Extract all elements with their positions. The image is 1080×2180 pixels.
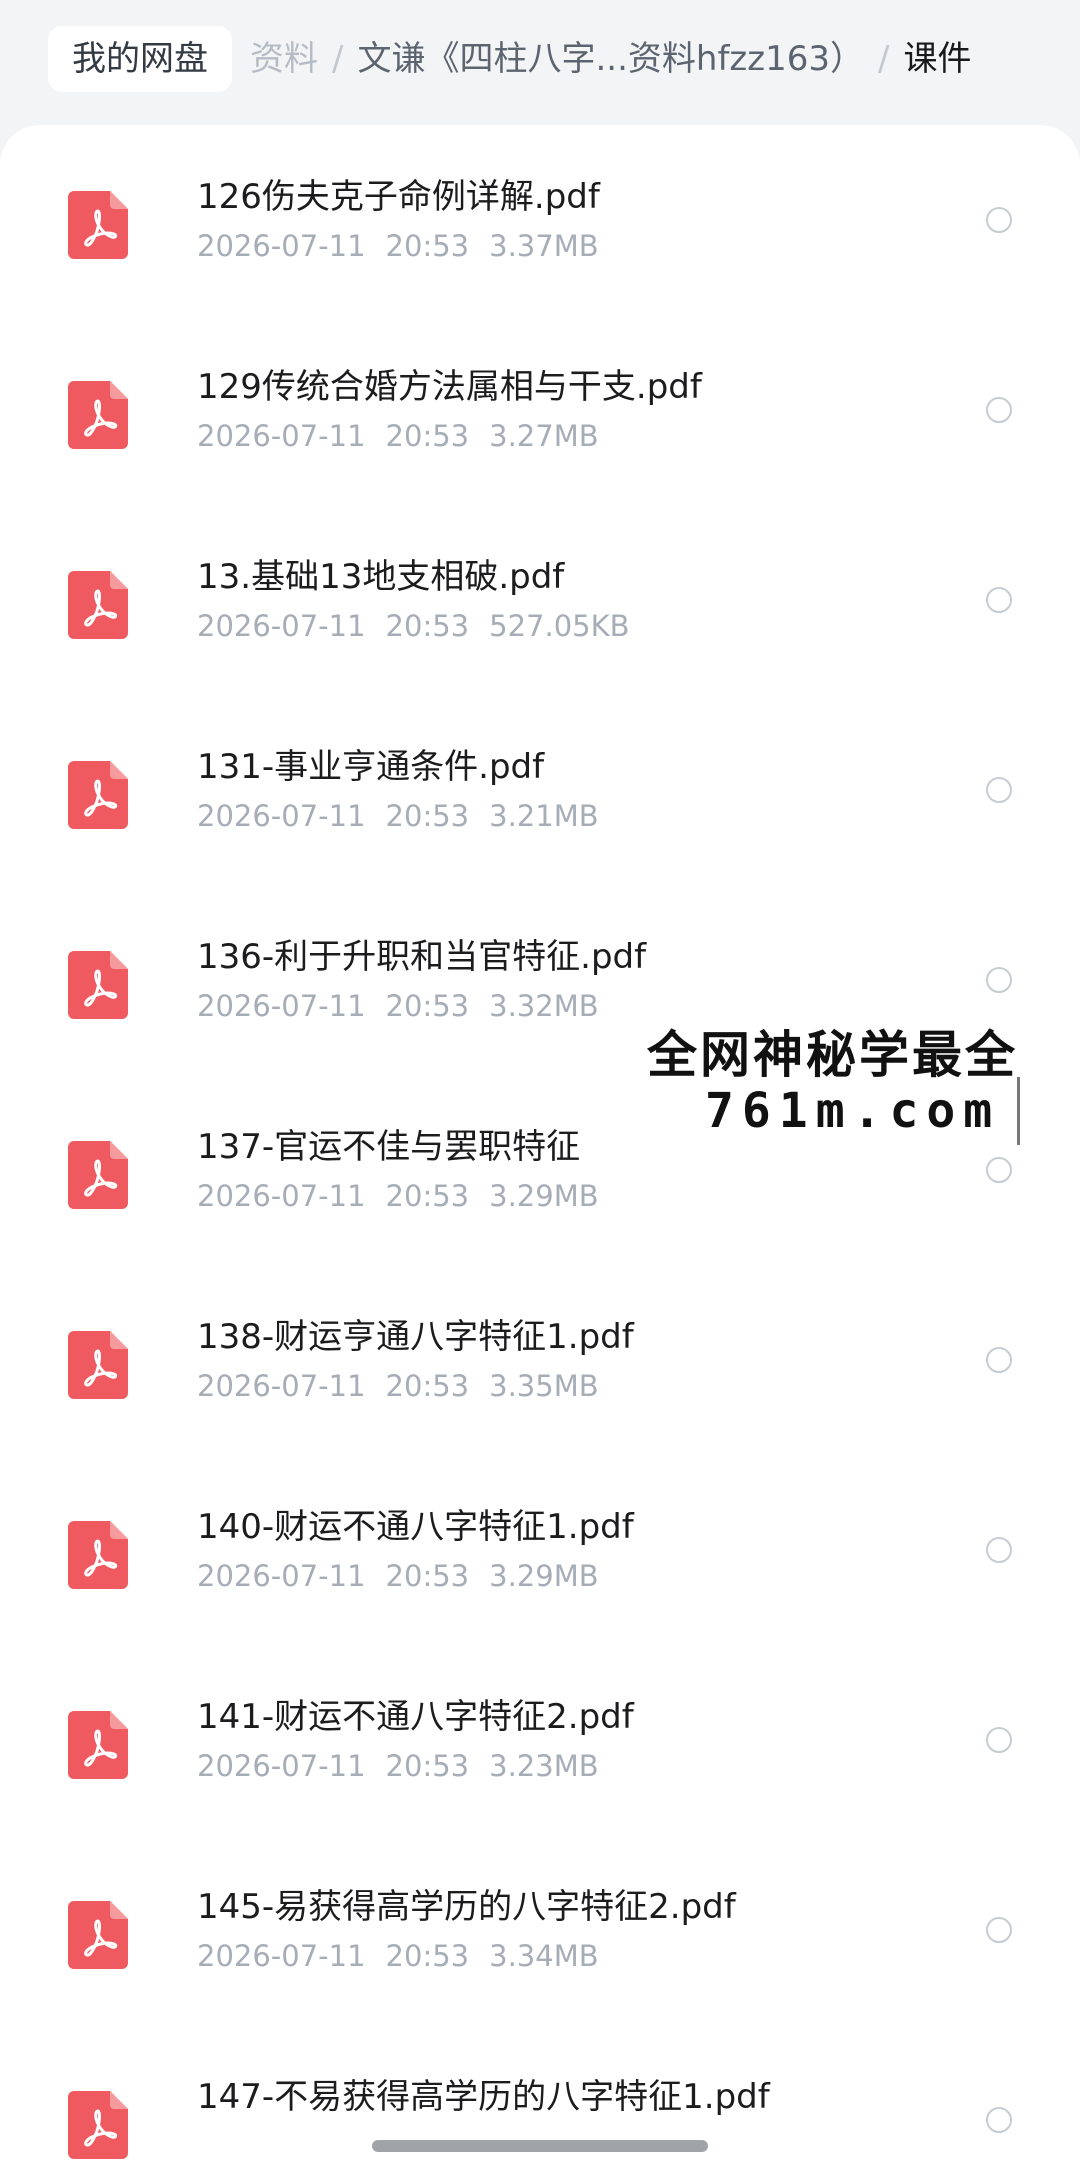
file-date: 2026-07-11 bbox=[197, 989, 366, 1023]
file-meta: 2026-07-11 20:53 3.29MB bbox=[197, 1179, 619, 1213]
file-meta: 2026-07-11 20:53 3.21MB bbox=[197, 799, 619, 833]
pdf-icon bbox=[68, 1711, 128, 1779]
file-row[interactable]: 141-财运不通八字特征2.pdf 2026-07-11 20:53 3.23MB bbox=[0, 1645, 1080, 1835]
file-name: 140-财运不通八字特征1.pdf bbox=[197, 1507, 634, 1547]
pdf-icon bbox=[68, 191, 128, 259]
file-time: 20:53 bbox=[385, 1179, 470, 1213]
watermark-url: 761m.com bbox=[705, 1083, 1001, 1139]
file-meta: 2026-07-11 20:53 527.05KB bbox=[197, 609, 650, 643]
file-row[interactable]: 138-财运亨通八字特征1.pdf 2026-07-11 20:53 3.35MB bbox=[0, 1265, 1080, 1455]
file-meta: 2026-07-11 20:53 3.37MB bbox=[197, 229, 619, 263]
file-date: 2026-07-11 bbox=[197, 1559, 366, 1593]
radio-unchecked-icon[interactable] bbox=[986, 1727, 1012, 1753]
file-meta: 2026-07-11 20:53 3.35MB bbox=[197, 1369, 619, 1403]
file-name: 136-利于升职和当官特征.pdf bbox=[197, 937, 647, 977]
file-meta: 2026-07-11 20:53 3.32MB bbox=[197, 989, 619, 1023]
file-row[interactable]: 131-事业亨通条件.pdf 2026-07-11 20:53 3.21MB bbox=[0, 695, 1080, 885]
file-name: 129传统合婚方法属相与干支.pdf bbox=[197, 367, 702, 407]
pdf-icon bbox=[68, 761, 128, 829]
file-date: 2026-07-11 bbox=[197, 1939, 366, 1973]
file-name: 138-财运亨通八字特征1.pdf bbox=[197, 1317, 634, 1357]
home-indicator[interactable] bbox=[372, 2140, 708, 2152]
file-row[interactable]: 147-不易获得高学历的八字特征1.pdf bbox=[0, 2025, 1080, 2180]
watermark: 全网神秘学最全 761m.com bbox=[645, 1015, 1080, 1150]
breadcrumb-separator: / bbox=[332, 39, 344, 79]
file-time: 20:53 bbox=[385, 229, 470, 263]
radio-unchecked-icon[interactable] bbox=[986, 2107, 1012, 2133]
file-size: 3.23MB bbox=[489, 1749, 599, 1783]
radio-unchecked-icon[interactable] bbox=[986, 967, 1012, 993]
file-date: 2026-07-11 bbox=[197, 229, 366, 263]
breadcrumb-item-parent[interactable]: 资料 bbox=[250, 39, 318, 79]
file-time: 20:53 bbox=[385, 1369, 470, 1403]
file-size: 3.34MB bbox=[489, 1939, 599, 1973]
file-time: 20:53 bbox=[385, 609, 470, 643]
pdf-icon bbox=[68, 951, 128, 1019]
file-time: 20:53 bbox=[385, 799, 470, 833]
file-row[interactable]: 140-财运不通八字特征1.pdf 2026-07-11 20:53 3.29MB bbox=[0, 1455, 1080, 1645]
radio-unchecked-icon[interactable] bbox=[986, 1157, 1012, 1183]
file-name: 137-官运不佳与罢职特征 bbox=[197, 1127, 581, 1167]
file-size: 3.27MB bbox=[489, 419, 599, 453]
file-name: 141-财运不通八字特征2.pdf bbox=[197, 1697, 634, 1737]
file-size: 3.37MB bbox=[489, 229, 599, 263]
pdf-icon bbox=[68, 2091, 128, 2159]
breadcrumb-root-my-drive[interactable]: 我的网盘 bbox=[48, 26, 232, 92]
file-name: 126伤夫克子命例详解.pdf bbox=[197, 177, 600, 217]
text-cursor bbox=[1017, 1077, 1020, 1145]
file-name: 145-易获得高学历的八字特征2.pdf bbox=[197, 1887, 736, 1927]
breadcrumb-item-current: 课件 bbox=[903, 39, 972, 79]
radio-unchecked-icon[interactable] bbox=[986, 207, 1012, 233]
file-time: 20:53 bbox=[385, 1559, 470, 1593]
radio-unchecked-icon[interactable] bbox=[986, 1917, 1012, 1943]
file-size: 3.35MB bbox=[489, 1369, 599, 1403]
file-list: 126伤夫克子命例详解.pdf 2026-07-11 20:53 3.37MB 12… bbox=[0, 125, 1080, 2180]
radio-unchecked-icon[interactable] bbox=[986, 1347, 1012, 1373]
file-list-panel: 126伤夫克子命例详解.pdf 2026-07-11 20:53 3.37MB 12… bbox=[0, 125, 1080, 2180]
file-size: 527.05KB bbox=[489, 609, 630, 643]
file-time: 20:53 bbox=[385, 419, 470, 453]
file-size: 3.32MB bbox=[489, 989, 599, 1023]
file-date: 2026-07-11 bbox=[197, 1179, 366, 1213]
file-row[interactable]: 126伤夫克子命例详解.pdf 2026-07-11 20:53 3.37MB bbox=[0, 125, 1080, 315]
file-meta bbox=[197, 2129, 257, 2163]
radio-unchecked-icon[interactable] bbox=[986, 777, 1012, 803]
breadcrumb-item-folder[interactable]: 文谦《四柱八字...资料hfzz163） bbox=[357, 39, 864, 79]
pdf-icon bbox=[68, 1521, 128, 1589]
radio-unchecked-icon[interactable] bbox=[986, 397, 1012, 423]
file-meta: 2026-07-11 20:53 3.23MB bbox=[197, 1749, 619, 1783]
file-size: 3.21MB bbox=[489, 799, 599, 833]
file-row[interactable]: 145-易获得高学历的八字特征2.pdf 2026-07-11 20:53 3.34… bbox=[0, 1835, 1080, 2025]
breadcrumb-trail: 资料 / 文谦《四柱八字...资料hfzz163） / 课件 bbox=[250, 26, 971, 92]
pdf-icon bbox=[68, 1141, 128, 1209]
file-meta: 2026-07-11 20:53 3.34MB bbox=[197, 1939, 619, 1973]
radio-unchecked-icon[interactable] bbox=[986, 1537, 1012, 1563]
file-time: 20:53 bbox=[385, 989, 470, 1023]
file-time: 20:53 bbox=[385, 1749, 470, 1783]
breadcrumb: 我的网盘 资料 / 文谦《四柱八字...资料hfzz163） / 课件 bbox=[0, 0, 1080, 125]
pdf-icon bbox=[68, 381, 128, 449]
file-meta: 2026-07-11 20:53 3.29MB bbox=[197, 1559, 619, 1593]
pdf-icon bbox=[68, 571, 128, 639]
radio-unchecked-icon[interactable] bbox=[986, 587, 1012, 613]
watermark-title: 全网神秘学最全 bbox=[647, 1026, 1018, 1084]
file-date: 2026-07-11 bbox=[197, 609, 366, 643]
file-size: 3.29MB bbox=[489, 1179, 599, 1213]
file-date: 2026-07-11 bbox=[197, 799, 366, 833]
file-date: 2026-07-11 bbox=[197, 1369, 366, 1403]
file-row[interactable]: 129传统合婚方法属相与干支.pdf 2026-07-11 20:53 3.27MB bbox=[0, 315, 1080, 505]
breadcrumb-separator: / bbox=[878, 39, 890, 79]
file-name: 147-不易获得高学历的八字特征1.pdf bbox=[197, 2077, 770, 2117]
pdf-icon bbox=[68, 1901, 128, 1969]
file-size: 3.29MB bbox=[489, 1559, 599, 1593]
file-name: 131-事业亨通条件.pdf bbox=[197, 747, 545, 787]
file-meta: 2026-07-11 20:53 3.27MB bbox=[197, 419, 619, 453]
file-time: 20:53 bbox=[385, 1939, 470, 1973]
file-name: 13.基础13地支相破.pdf bbox=[197, 557, 565, 597]
file-date: 2026-07-11 bbox=[197, 1749, 366, 1783]
file-date: 2026-07-11 bbox=[197, 419, 366, 453]
file-row[interactable]: 13.基础13地支相破.pdf 2026-07-11 20:53 527.05KB bbox=[0, 505, 1080, 695]
pdf-icon bbox=[68, 1331, 128, 1399]
